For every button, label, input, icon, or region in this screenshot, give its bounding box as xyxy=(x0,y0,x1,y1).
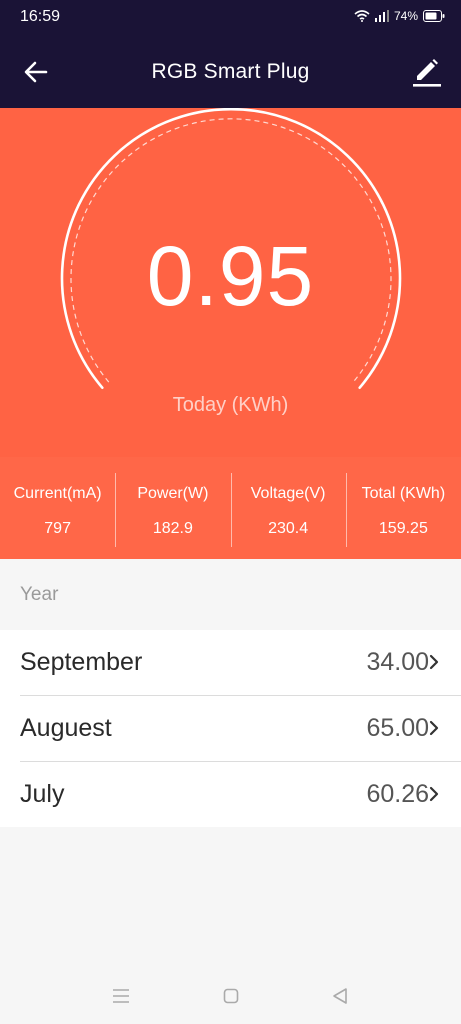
home-square-icon xyxy=(223,988,239,1004)
nav-home-button[interactable] xyxy=(219,984,243,1008)
history-header: Year xyxy=(0,559,461,630)
stat-voltage: Voltage(V) 230.4 xyxy=(230,457,346,559)
stat-label: Voltage(V) xyxy=(250,485,326,502)
today-energy-label: Today (KWh) xyxy=(172,394,289,416)
list-item-september[interactable]: September 34.00 xyxy=(20,630,461,696)
back-triangle-icon xyxy=(333,988,347,1004)
chevron-right-icon xyxy=(429,786,439,802)
list-item-label: Auguest xyxy=(20,714,112,742)
list-item-july[interactable]: July 60.26 xyxy=(20,762,461,827)
list-item-august[interactable]: Auguest 65.00 xyxy=(20,696,461,762)
list-item-value: 34.00 xyxy=(366,648,429,676)
nav-back-button[interactable] xyxy=(328,984,352,1008)
signal-icon xyxy=(374,10,389,22)
chevron-right-icon xyxy=(429,654,439,670)
list-item-label: September xyxy=(20,648,143,676)
stats-row: Current(mA) 797 Power(W) 182.9 Voltage(V… xyxy=(0,457,461,559)
stat-value: 797 xyxy=(44,520,71,537)
list-item-value: 65.00 xyxy=(366,714,429,742)
battery-percent: 74% xyxy=(393,9,418,23)
system-nav-bar xyxy=(0,968,461,1024)
pencil-icon xyxy=(413,59,441,87)
page-title: RGB Smart Plug xyxy=(151,60,310,83)
app-bar: RGB Smart Plug xyxy=(0,36,461,108)
stat-value: 159.25 xyxy=(378,520,428,537)
monthly-list: September 34.00 Auguest 65.00 July 60.26 xyxy=(0,630,461,827)
stat-label: Power(W) xyxy=(137,485,209,502)
stat-power: Power(W) 182.9 xyxy=(115,457,230,559)
stat-current: Current(mA) 797 xyxy=(0,457,115,559)
battery-icon xyxy=(423,10,445,22)
menu-icon xyxy=(113,989,129,1003)
list-item-value: 60.26 xyxy=(366,780,429,808)
wifi-icon xyxy=(354,10,370,22)
stat-total: Total (KWh) 159.25 xyxy=(345,457,461,559)
stat-value: 230.4 xyxy=(268,520,309,537)
history-header-label: Year xyxy=(20,584,59,605)
nav-menu-button[interactable] xyxy=(109,984,133,1008)
stat-label: Total (KWh) xyxy=(361,485,446,502)
stat-value: 182.9 xyxy=(152,520,193,537)
energy-gauge: 0.95 Today (KWh) xyxy=(0,108,461,457)
list-item-label: July xyxy=(20,780,65,808)
today-energy-value: 0.95 xyxy=(146,229,315,323)
status-time: 16:59 xyxy=(20,8,61,25)
edit-button[interactable] xyxy=(407,52,447,92)
chevron-right-icon xyxy=(429,720,439,736)
stat-label: Current(mA) xyxy=(13,485,102,502)
status-bar: 16:59 74% xyxy=(0,0,461,36)
status-icons: 74% xyxy=(354,9,445,23)
